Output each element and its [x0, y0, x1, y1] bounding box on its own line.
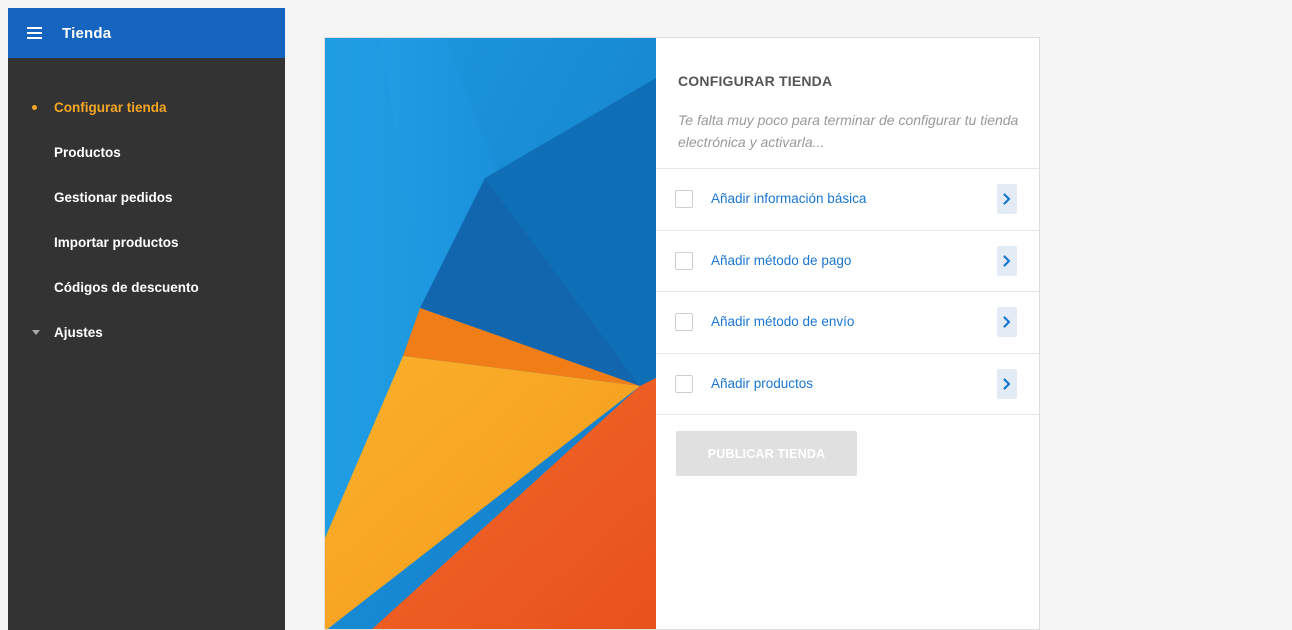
sidebar-item-importar-productos[interactable]: Importar productos [8, 220, 285, 265]
setup-panel: CONFIGURAR TIENDA Te falta muy poco para… [656, 38, 1039, 629]
hamburger-icon[interactable] [27, 27, 42, 39]
setup-card: CONFIGURAR TIENDA Te falta muy poco para… [324, 37, 1040, 630]
material-shapes-image [325, 38, 656, 629]
caret-down-icon [32, 330, 40, 335]
task-row-informacion-basica[interactable]: Añadir información básica [656, 169, 1039, 231]
task-checkbox[interactable] [675, 190, 693, 208]
chevron-right-icon[interactable] [997, 368, 1017, 399]
sidebar-item-codigos-descuento[interactable]: Códigos de descuento [8, 265, 285, 310]
sidebar: Tienda Configurar tienda Productos Gesti… [8, 8, 285, 630]
task-label[interactable]: Añadir información básica [711, 191, 866, 206]
task-row-productos[interactable]: Añadir productos [656, 354, 1039, 415]
task-label[interactable]: Añadir productos [711, 376, 813, 391]
setup-description: Te falta muy poco para terminar de confi… [678, 112, 1019, 150]
sidebar-item-label: Productos [54, 145, 121, 160]
app-root: Tienda Configurar tienda Productos Gesti… [0, 0, 1292, 630]
decorative-illustration [325, 38, 656, 629]
sidebar-item-label: Importar productos [54, 235, 179, 250]
task-label[interactable]: Añadir método de envío [711, 314, 854, 329]
sidebar-item-label: Ajustes [54, 325, 103, 340]
chevron-right-icon[interactable] [997, 184, 1017, 214]
setup-title: CONFIGURAR TIENDA [678, 73, 833, 89]
sidebar-nav: Configurar tienda Productos Gestionar pe… [8, 85, 285, 355]
sidebar-item-gestionar-pedidos[interactable]: Gestionar pedidos [8, 175, 285, 220]
sidebar-item-label: Configurar tienda [54, 100, 167, 115]
chevron-right-icon[interactable] [997, 245, 1017, 276]
sidebar-item-label: Gestionar pedidos [54, 190, 173, 205]
publish-store-button[interactable]: PUBLICAR TIENDA [676, 431, 857, 476]
active-bullet-icon [32, 105, 37, 110]
task-row-metodo-pago[interactable]: Añadir método de pago [656, 231, 1039, 292]
sidebar-item-ajustes[interactable]: Ajustes [8, 310, 285, 355]
sidebar-item-productos[interactable]: Productos [8, 130, 285, 175]
setup-task-list: Añadir información básica Añadir método … [656, 168, 1039, 415]
task-row-metodo-envio[interactable]: Añadir método de envío [656, 292, 1039, 354]
task-label[interactable]: Añadir método de pago [711, 253, 851, 268]
sidebar-title: Tienda [62, 24, 112, 42]
chevron-right-icon[interactable] [997, 307, 1017, 337]
sidebar-item-configurar-tienda[interactable]: Configurar tienda [8, 85, 285, 130]
task-checkbox[interactable] [675, 374, 693, 393]
task-checkbox[interactable] [675, 313, 693, 331]
sidebar-item-label: Códigos de descuento [54, 280, 199, 295]
task-checkbox[interactable] [675, 251, 693, 270]
sidebar-header: Tienda [8, 8, 285, 58]
